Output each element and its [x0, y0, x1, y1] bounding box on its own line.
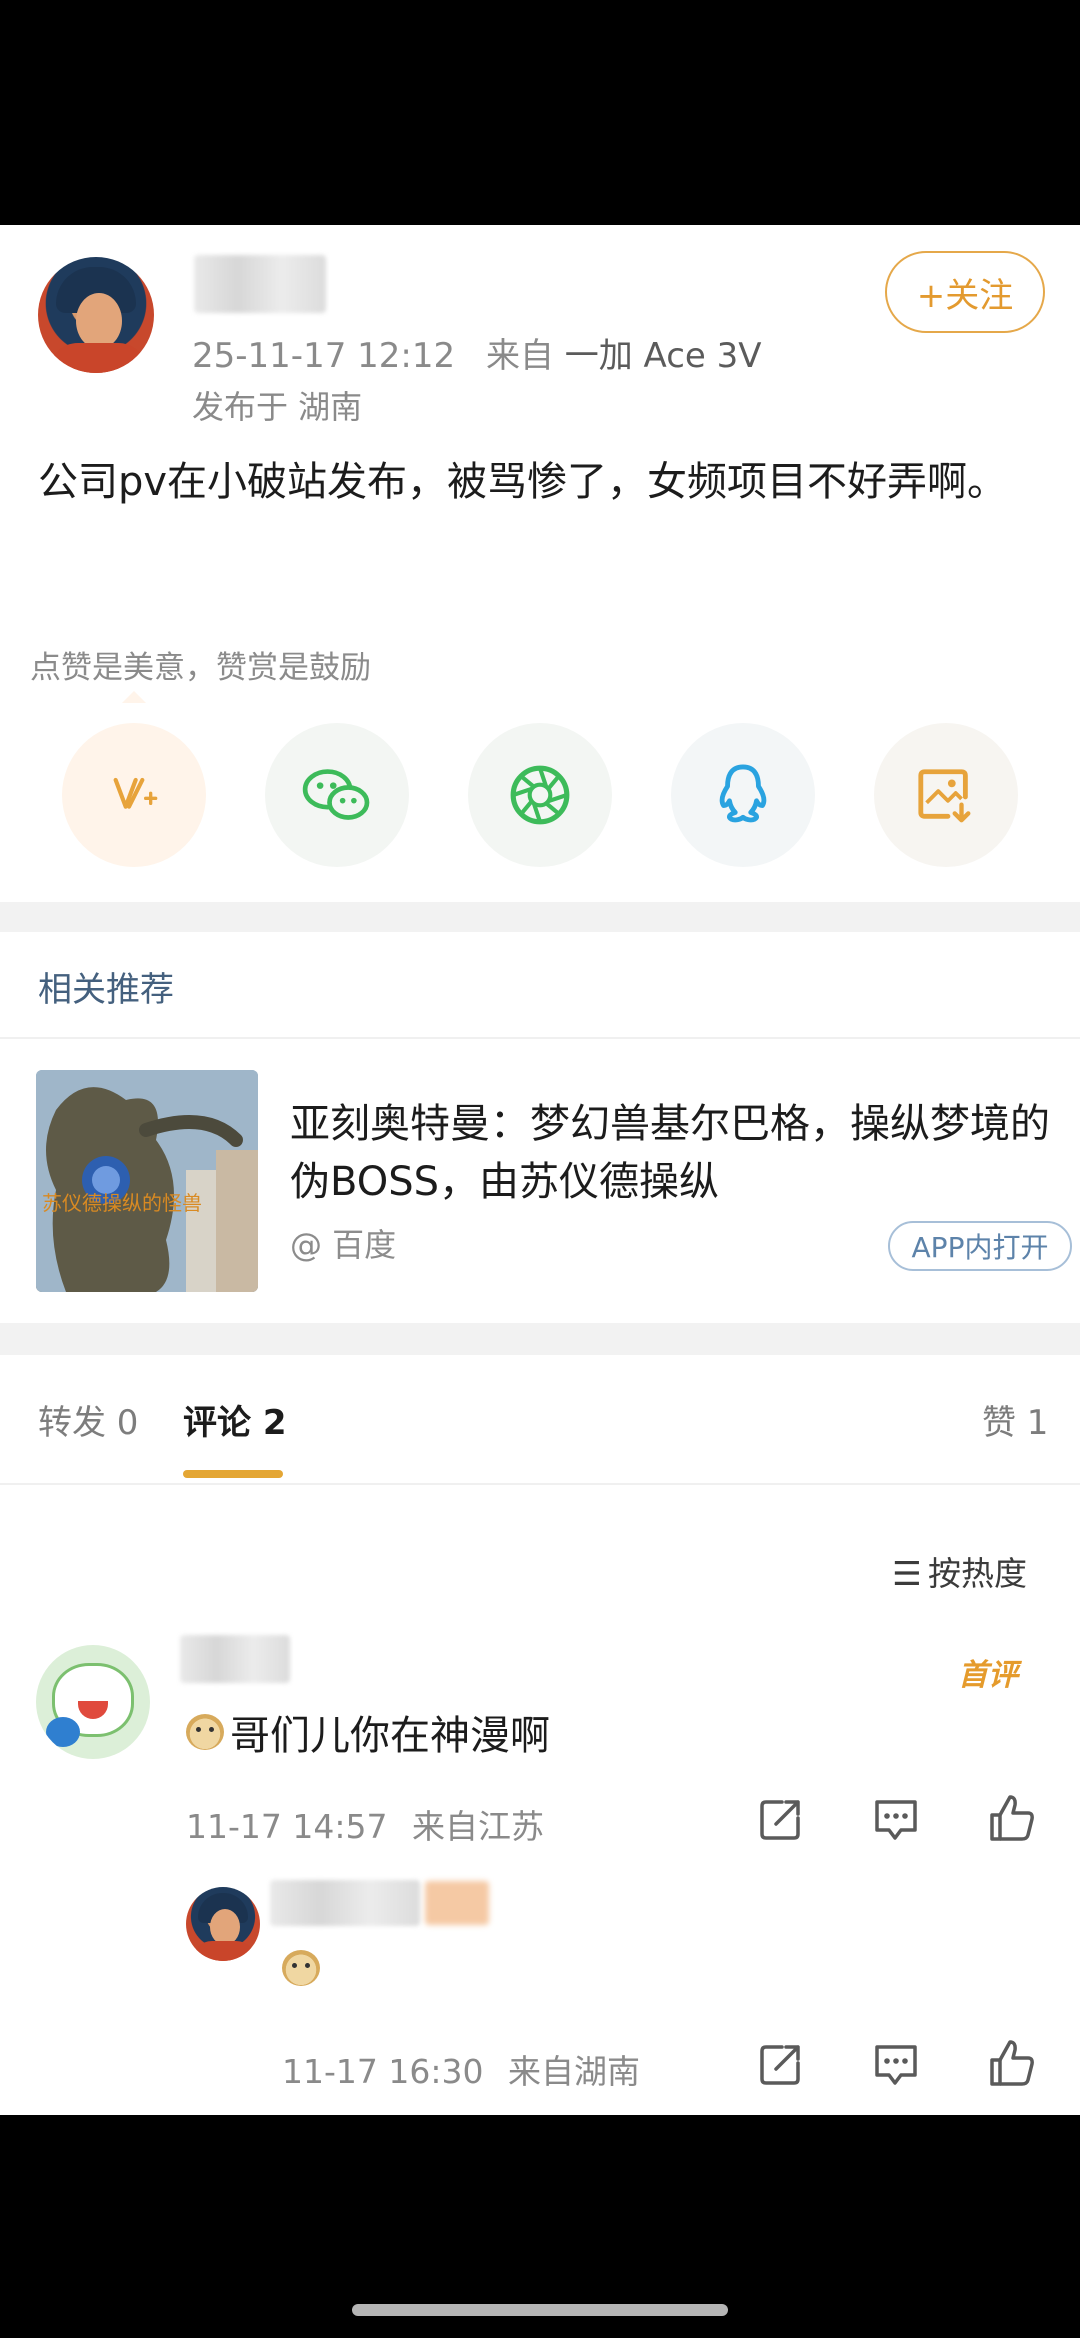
open-in-app-button[interactable]: APP内打开: [888, 1221, 1072, 1271]
reply-location: 来自湖南: [507, 2052, 640, 2091]
comment-meta: 11-17 14:57 来自江苏: [186, 1800, 544, 1848]
tabs-divider: [0, 1483, 1080, 1485]
like-reply-icon[interactable]: [986, 2038, 1036, 2088]
qq-icon: [719, 764, 767, 823]
comment-body: 哥们儿你在神漫啊: [230, 1713, 550, 1759]
reply-author-avatar[interactable]: [186, 1887, 260, 1961]
monster-image: 苏仪德操纵的怪兽: [36, 1070, 258, 1292]
active-tab-indicator: [183, 1470, 283, 1478]
author-name-blurred[interactable]: [194, 255, 326, 313]
post-source-prefix: 来自: [485, 336, 554, 376]
author-avatar[interactable]: [38, 257, 154, 373]
share-moments-button[interactable]: [468, 723, 612, 867]
share-comment-icon[interactable]: [758, 1796, 804, 1842]
commenter-avatar[interactable]: [36, 1645, 150, 1759]
divider: [0, 1037, 1080, 1039]
reply-time: 11-17 16:30: [282, 2052, 484, 2091]
save-image-button[interactable]: [874, 723, 1018, 867]
sort-label: 按热度: [928, 1554, 1027, 1593]
reply-doge-emoji-icon: [282, 1950, 320, 1986]
related-item-title[interactable]: 亚刻奥特曼：梦幻兽基尔巴格，操纵梦境的伪BOSS，由苏仪德操纵: [290, 1095, 1070, 1211]
wechat-icon: [302, 769, 370, 820]
tab-likes[interactable]: 赞 1: [982, 1395, 1048, 1444]
related-item-source: @ 百度: [290, 1226, 397, 1264]
v-plus-icon: [113, 777, 158, 809]
share-wechat-button[interactable]: [265, 723, 409, 867]
doge-emoji-icon: [186, 1714, 224, 1750]
section-gap: [0, 902, 1080, 932]
reward-tooltip-arrow: [122, 691, 146, 703]
post-timestamp: 25-11-17 12:12: [192, 336, 456, 376]
reward-v-plus-button[interactable]: [62, 723, 206, 867]
sort-by-hot[interactable]: ☰ 按热度: [892, 1547, 1027, 1595]
first-comment-badge: 首评: [958, 1658, 1018, 1693]
share-qq-button[interactable]: [671, 723, 815, 867]
post-location: 发布于 湖南: [192, 388, 363, 426]
follow-button[interactable]: +关注: [885, 251, 1045, 333]
related-thumbnail[interactable]: 苏仪德操纵的怪兽: [36, 1070, 258, 1292]
commenter-name-blurred[interactable]: [180, 1635, 290, 1683]
post-meta: 25-11-17 12:12 来自 一加 Ace 3V: [192, 328, 762, 377]
reward-hint: 点赞是美意，赞赏是鼓励: [30, 650, 371, 686]
like-comment-icon[interactable]: [986, 1793, 1036, 1843]
comment-time: 11-17 14:57: [186, 1807, 388, 1846]
sort-icon: ☰: [892, 1554, 922, 1593]
comment-text: 哥们儿你在神漫啊: [186, 1703, 550, 1761]
post-device[interactable]: 一加 Ace 3V: [565, 336, 762, 376]
share-reply-icon[interactable]: [758, 2041, 804, 2087]
related-title: 相关推荐: [38, 970, 174, 1010]
reply-to-reply-icon[interactable]: [871, 2041, 921, 2087]
section-gap-2: [0, 1323, 1080, 1355]
tab-repost[interactable]: 转发 0: [38, 1395, 138, 1444]
svg-text:苏仪德操纵的怪兽: 苏仪德操纵的怪兽: [42, 1191, 202, 1215]
post-content: 公司pv在小破站发布，被骂惨了，女频项目不好弄啊。: [38, 459, 1008, 505]
reply-comment-icon[interactable]: [871, 1796, 921, 1842]
moments-icon: [510, 765, 570, 825]
weibo-post-screen: 25-11-17 12:12 来自 一加 Ace 3V 发布于 湖南 +关注 公…: [0, 225, 1080, 2115]
tab-comments[interactable]: 评论 2: [183, 1395, 287, 1444]
home-indicator[interactable]: [352, 2304, 728, 2316]
reply-blurred-block: [425, 1881, 489, 1925]
comment-location: 来自江苏: [411, 1807, 544, 1846]
save-image-icon: [918, 769, 971, 823]
reply-meta: 11-17 16:30 来自湖南: [282, 2045, 640, 2093]
reply-author-name-blurred[interactable]: [270, 1880, 420, 1926]
